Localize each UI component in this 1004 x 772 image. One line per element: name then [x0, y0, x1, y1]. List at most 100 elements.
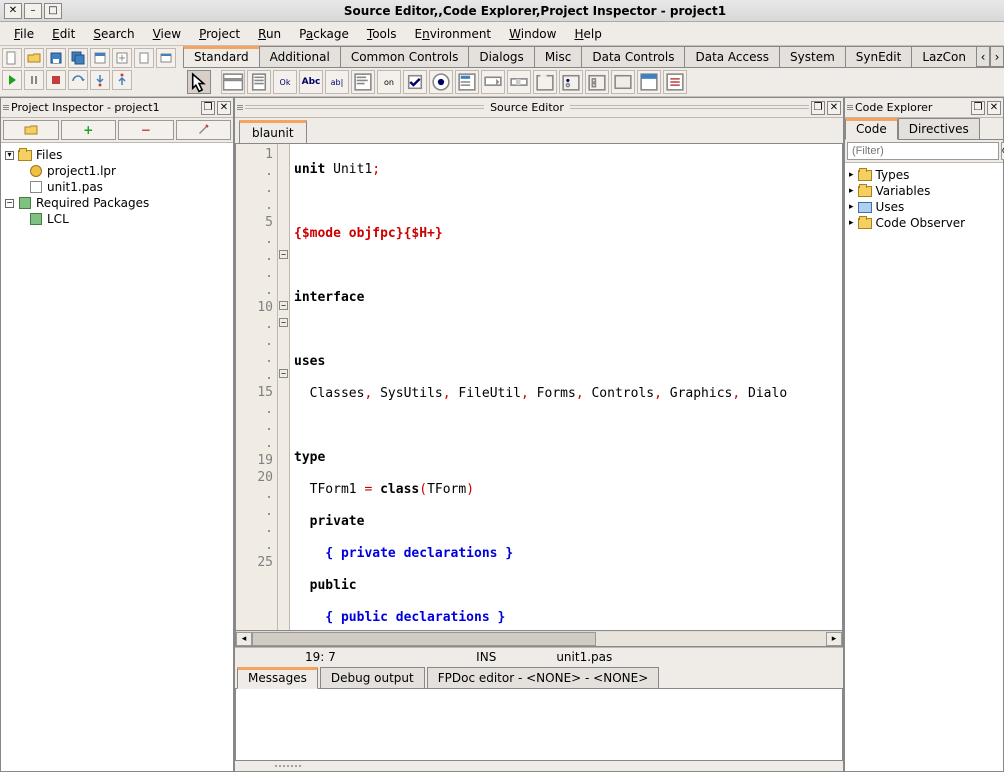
component-tab-synedit[interactable]: SynEdit	[845, 46, 913, 67]
fold-toggle[interactable]: −	[279, 369, 288, 378]
palette-edit[interactable]: ab|	[325, 70, 349, 94]
run-button[interactable]	[2, 70, 22, 90]
menu-tools[interactable]: Tools	[359, 24, 405, 44]
view-forms-button[interactable]	[156, 48, 176, 68]
source-editor-restore[interactable]: ❐	[811, 101, 825, 115]
tree-item-files[interactable]: ▾ Files	[5, 147, 229, 163]
palette-groupbox[interactable]	[533, 70, 557, 94]
palette-scrollbar[interactable]	[507, 70, 531, 94]
ce-tab-directives[interactable]: Directives	[898, 118, 980, 139]
save-all-button[interactable]	[68, 48, 88, 68]
open-button[interactable]	[24, 48, 44, 68]
fold-toggle[interactable]: −	[279, 250, 288, 259]
component-tab-common-controls[interactable]: Common Controls	[340, 46, 470, 67]
palette-popupmenu[interactable]	[247, 70, 271, 94]
fold-toggle[interactable]: −	[279, 318, 288, 327]
palette-selection-arrow[interactable]	[187, 70, 211, 94]
bottom-tab-messages[interactable]: Messages	[237, 667, 318, 689]
palette-combobox[interactable]	[481, 70, 505, 94]
proj-options-button[interactable]	[176, 120, 232, 140]
tree-collapse-icon[interactable]: ▾	[5, 151, 14, 160]
project-tree[interactable]: ▾ Files project1.lpr unit1.pas − Require…	[1, 143, 233, 771]
ce-item-types[interactable]: ▸ Types	[849, 167, 999, 183]
ce-item-code-observer[interactable]: ▸ Code Observer	[849, 215, 999, 231]
step-into-button[interactable]	[90, 70, 110, 90]
menu-view[interactable]: View	[145, 24, 189, 44]
palette-actionlist[interactable]	[663, 70, 687, 94]
window-minimize-button[interactable]: –	[24, 3, 42, 19]
step-over-button[interactable]	[68, 70, 88, 90]
menu-file[interactable]: File	[6, 24, 42, 44]
component-tab-misc[interactable]: Misc	[534, 46, 583, 67]
scroll-right-button[interactable]: ▸	[826, 632, 842, 646]
scroll-left-button[interactable]: ◂	[236, 632, 252, 646]
palette-radiogroup[interactable]	[559, 70, 583, 94]
ce-item-variables[interactable]: ▸ Variables	[849, 183, 999, 199]
ce-item-uses[interactable]: ▸ Uses	[849, 199, 999, 215]
palette-checkbox[interactable]	[403, 70, 427, 94]
menu-edit[interactable]: Edit	[44, 24, 83, 44]
component-tab-data-controls[interactable]: Data Controls	[581, 46, 685, 67]
step-out-button[interactable]	[112, 70, 132, 90]
code-editor[interactable]: 1...5....10....15...1920....25 − − − − u…	[235, 144, 843, 631]
tree-item-required-packages[interactable]: − Required Packages	[5, 195, 229, 211]
menu-environment[interactable]: Environment	[407, 24, 500, 44]
code-explorer-tree[interactable]: ▸ Types ▸ Variables ▸ Uses ▸ Code Observ…	[845, 163, 1003, 771]
component-tab-system[interactable]: System	[779, 46, 846, 67]
palette-checkgroup[interactable]	[585, 70, 609, 94]
menu-run[interactable]: Run	[250, 24, 289, 44]
menu-help[interactable]: Help	[566, 24, 609, 44]
component-tab-scroll-right[interactable]: ›	[990, 46, 1004, 67]
component-tab-standard[interactable]: Standard	[183, 46, 260, 68]
editor-horizontal-scrollbar[interactable]: ◂ ▸	[235, 631, 843, 647]
palette-panel[interactable]	[611, 70, 635, 94]
save-button[interactable]	[46, 48, 66, 68]
menu-window[interactable]: Window	[501, 24, 564, 44]
component-tab-dialogs[interactable]: Dialogs	[468, 46, 534, 67]
new-unit-button[interactable]	[2, 48, 22, 68]
palette-radiobutton[interactable]	[429, 70, 453, 94]
palette-label[interactable]: Abc	[299, 70, 323, 94]
palette-listbox[interactable]	[455, 70, 479, 94]
pause-button[interactable]	[24, 70, 44, 90]
code-explorer-restore[interactable]: ❐	[971, 101, 985, 115]
window-maximize-button[interactable]: □	[44, 3, 62, 19]
view-units-button[interactable]	[134, 48, 154, 68]
tree-item-project-lpr[interactable]: project1.lpr	[5, 163, 229, 179]
ce-tab-code[interactable]: Code	[845, 118, 898, 140]
palette-frame[interactable]	[637, 70, 661, 94]
menu-project[interactable]: Project	[191, 24, 248, 44]
menu-search[interactable]: Search	[85, 24, 142, 44]
tree-item-lcl[interactable]: LCL	[5, 211, 229, 227]
palette-memo[interactable]	[351, 70, 375, 94]
code-explorer-close[interactable]: ✕	[987, 101, 1001, 115]
tree-collapse-icon[interactable]: −	[5, 199, 14, 208]
menu-package[interactable]: Package	[291, 24, 357, 44]
palette-togglebox[interactable]: on	[377, 70, 401, 94]
new-form-button[interactable]	[90, 48, 110, 68]
project-inspector-restore[interactable]: ❐	[201, 101, 215, 115]
fold-toggle[interactable]: −	[279, 301, 288, 310]
window-close-button[interactable]: ✕	[4, 3, 22, 19]
editor-tab-blaunit[interactable]: blaunit	[239, 120, 307, 143]
tree-item-unit1-pas[interactable]: unit1.pas	[5, 179, 229, 195]
proj-open-button[interactable]	[3, 120, 59, 140]
bottom-tab-debug-output[interactable]: Debug output	[320, 667, 425, 688]
source-editor-close[interactable]: ✕	[827, 101, 841, 115]
resize-grip[interactable]	[235, 761, 843, 771]
component-tab-lazcon[interactable]: LazCon	[911, 46, 977, 67]
scrollbar-thumb[interactable]	[252, 632, 596, 646]
messages-panel[interactable]	[235, 689, 843, 761]
code-text[interactable]: unit Unit1; {$mode objfpc}{$H+} interfac…	[290, 144, 842, 630]
proj-remove-button[interactable]: −	[118, 120, 174, 140]
proj-add-button[interactable]: +	[61, 120, 117, 140]
toggle-form-unit-button[interactable]	[112, 48, 132, 68]
component-tab-scroll-left[interactable]: ‹	[976, 46, 990, 67]
stop-button[interactable]	[46, 70, 66, 90]
code-explorer-filter-input[interactable]	[847, 142, 999, 160]
palette-mainmenu[interactable]	[221, 70, 245, 94]
component-tab-additional[interactable]: Additional	[259, 46, 341, 67]
component-tab-data-access[interactable]: Data Access	[684, 46, 780, 67]
bottom-tab-fpdoc[interactable]: FPDoc editor - <NONE> - <NONE>	[427, 667, 660, 688]
project-inspector-close[interactable]: ✕	[217, 101, 231, 115]
